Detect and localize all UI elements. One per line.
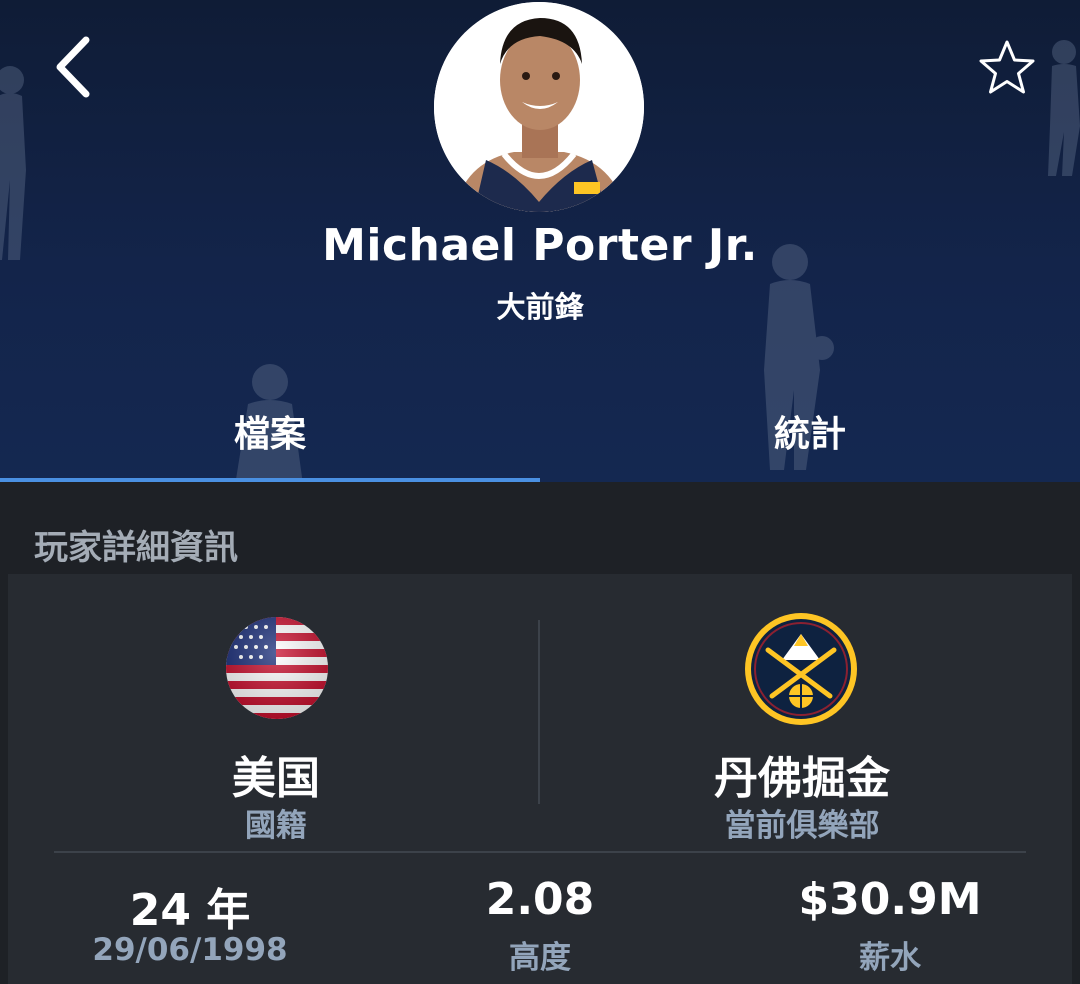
usa-flag-icon xyxy=(226,617,328,719)
background-silhouette-right-top xyxy=(1048,40,1080,176)
section-title: 玩家詳細資訊 xyxy=(34,528,238,568)
vertical-divider xyxy=(538,620,540,804)
height-value: 2.08 xyxy=(485,874,595,925)
salary-value: $30.9M xyxy=(798,874,982,925)
favorite-star-icon[interactable] xyxy=(974,36,1040,102)
nationality-value: 美国 xyxy=(232,753,320,804)
club-value: 丹佛掘金 xyxy=(714,753,890,804)
player-avatar xyxy=(434,2,644,212)
player-name: Michael Porter Jr. xyxy=(322,220,758,271)
back-chevron-icon[interactable] xyxy=(46,32,106,102)
player-photo-icon xyxy=(434,2,644,212)
player-position: 大前鋒 xyxy=(496,290,584,324)
nationality-label: 國籍 xyxy=(245,808,307,844)
player-header: Michael Porter Jr. 大前鋒 檔案 統計 xyxy=(0,0,1080,482)
birthdate-label: 29/06/1998 xyxy=(92,932,288,968)
horizontal-divider xyxy=(54,851,1026,853)
height-label: 高度 xyxy=(509,940,571,976)
denver-nuggets-logo[interactable] xyxy=(744,612,858,726)
age-value: 24 年 xyxy=(129,885,251,936)
active-tab-indicator xyxy=(0,478,540,482)
tab-stats[interactable]: 統計 xyxy=(540,405,1080,457)
tab-profile[interactable]: 檔案 xyxy=(0,405,540,457)
club-label: 當前俱樂部 xyxy=(724,808,880,844)
salary-label: 薪水 xyxy=(859,940,921,976)
